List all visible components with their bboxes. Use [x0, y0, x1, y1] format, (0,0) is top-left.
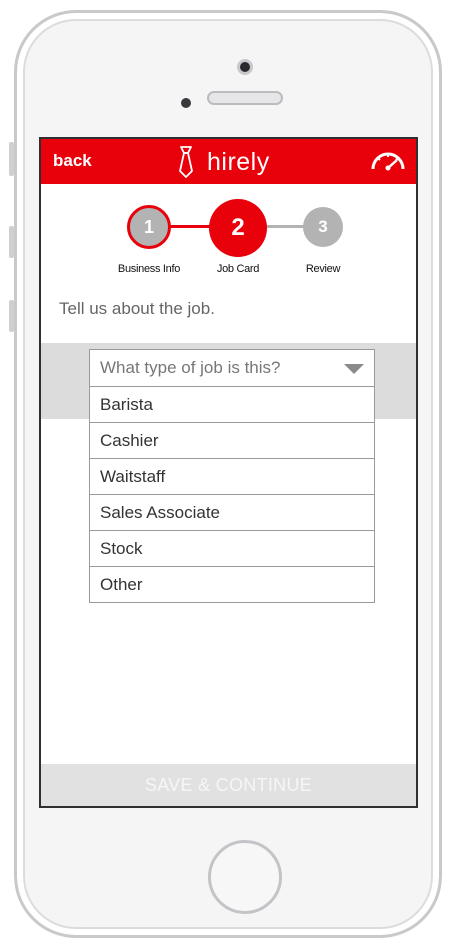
volume-down-button[interactable]: [9, 300, 14, 332]
step-1-number: 1: [143, 216, 154, 237]
back-button[interactable]: back: [53, 151, 92, 171]
chevron-down-icon: [344, 364, 364, 374]
mute-switch[interactable]: [9, 142, 14, 176]
option-stock[interactable]: Stock: [90, 531, 374, 567]
job-type-select[interactable]: What type of job is this?: [90, 350, 374, 387]
front-camera: [237, 59, 253, 75]
speedometer-icon[interactable]: [370, 149, 406, 173]
tie-icon: [179, 146, 193, 178]
earpiece-speaker: [207, 91, 283, 105]
brand-name: hirely: [207, 147, 270, 176]
app-screen: back hirely 1 2 3 Business Info Job Card…: [39, 137, 418, 808]
job-type-placeholder: What type of job is this?: [100, 358, 281, 377]
step-3-number: 3: [318, 217, 328, 236]
brand-logo: hirely: [175, 145, 270, 179]
step-2-label: Job Card: [216, 263, 260, 275]
step-2-circle[interactable]: 2: [209, 199, 267, 257]
form-prompt: Tell us about the job.: [59, 299, 215, 318]
step-3-label: Review: [305, 263, 341, 275]
option-other[interactable]: Other: [90, 567, 374, 602]
option-waitstaff[interactable]: Waitstaff: [90, 459, 374, 495]
step-3-circle[interactable]: 3: [303, 207, 343, 247]
option-cashier[interactable]: Cashier: [90, 423, 374, 459]
option-sales-associate[interactable]: Sales Associate: [90, 495, 374, 531]
home-button[interactable]: [208, 840, 282, 914]
proximity-sensor: [181, 98, 191, 108]
option-barista[interactable]: Barista: [90, 387, 374, 423]
step-1-label: Business Info: [117, 263, 181, 275]
volume-up-button[interactable]: [9, 226, 14, 258]
job-type-dropdown[interactable]: What type of job is this? Barista Cashie…: [89, 349, 375, 603]
save-continue-button[interactable]: SAVE & CONTINUE: [41, 764, 416, 806]
step-1-circle[interactable]: 1: [127, 205, 171, 249]
top-bar: back hirely: [41, 139, 416, 184]
step-2-number: 2: [231, 214, 245, 241]
progress-stepper: 1 2 3 Business Info Job Card Review: [41, 197, 416, 277]
